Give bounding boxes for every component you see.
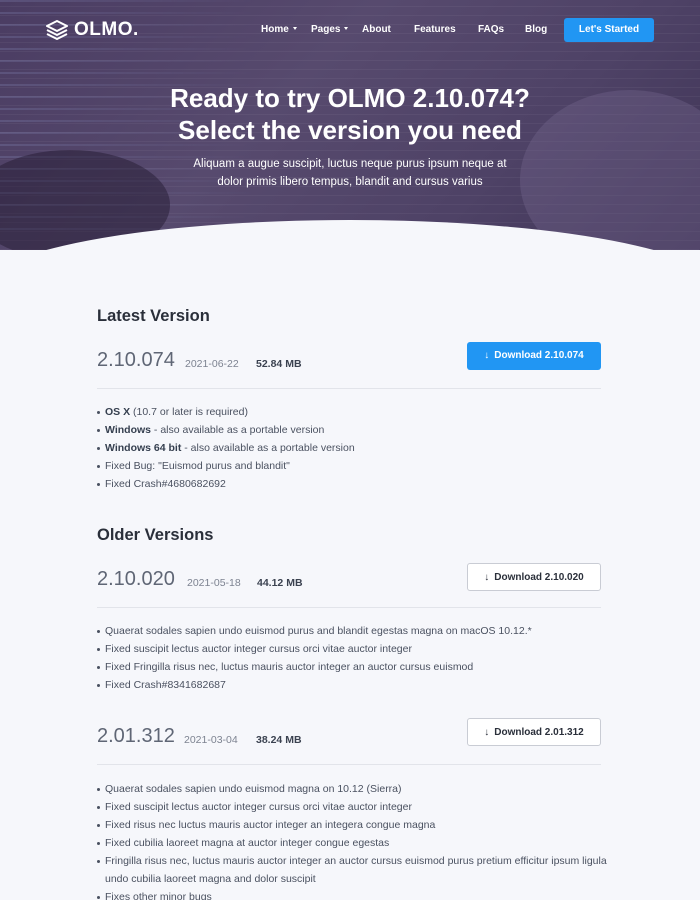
- lets-started-button[interactable]: Let's Started: [564, 18, 654, 42]
- latest-version-heading: Latest Version: [97, 307, 210, 325]
- list-item: Windows 64 bit - also available as a por…: [97, 439, 617, 457]
- nav-item-features[interactable]: Features: [414, 24, 456, 35]
- note-bold: Windows 64 bit: [105, 442, 182, 454]
- nav-item-label: FAQs: [478, 24, 505, 35]
- nav-item-label: Pages: [311, 24, 341, 35]
- file-size: 52.84 MB: [256, 358, 302, 370]
- logo-text: OLMO.: [74, 19, 139, 40]
- release-notes: Quaerat sodales sapien undo euismod puru…: [97, 622, 617, 694]
- hero-title: Ready to try OLMO 2.10.074? Select the v…: [0, 82, 700, 146]
- note-bold: Windows: [105, 424, 151, 436]
- latest-version-row: 2.10.074 2021-06-22 52.84 MB ↓ Download 2…: [97, 342, 601, 389]
- version-number: 2.10.074: [97, 349, 175, 371]
- release-date: 2021-06-22: [185, 358, 239, 370]
- latest-release-notes: OS X (10.7 or later is required) Windows…: [97, 403, 617, 493]
- list-item: Windows - also available as a portable v…: [97, 421, 617, 439]
- top-navbar: OLMO. Home Pages About Features FAQs Blo…: [0, 0, 700, 60]
- list-item: Fixed suscipit lectus auctor integer cur…: [97, 798, 617, 816]
- list-item: Fixed risus nec luctus mauris auctor int…: [97, 816, 617, 834]
- nav-item-label: About: [362, 24, 391, 35]
- button-label: Download 2.01.312: [494, 727, 584, 738]
- nav-item-faqs[interactable]: FAQs: [478, 24, 504, 35]
- note-bold: OS X: [105, 406, 131, 418]
- nav-item-blog[interactable]: Blog: [525, 24, 547, 35]
- nav-item-about[interactable]: About: [362, 24, 391, 35]
- release-date: 2021-03-04: [184, 734, 238, 746]
- version-number: 2.10.020: [97, 568, 175, 590]
- list-item: Fixed Crash#4680682692: [97, 475, 617, 493]
- arrow-down-icon: ↓: [484, 572, 490, 583]
- nav-item-home[interactable]: Home: [261, 24, 297, 35]
- list-item: Fixed Fringilla risus nec, luctus mauris…: [97, 658, 617, 676]
- nav-item-label: Blog: [525, 24, 548, 35]
- note-text: - also available as a portable version: [181, 442, 355, 454]
- download-version-button[interactable]: ↓ Download 2.01.312: [467, 718, 601, 746]
- button-label: Download 2.10.020: [494, 572, 584, 583]
- logo[interactable]: OLMO.: [46, 19, 139, 41]
- hero-subtitle-line: dolor primis libero tempus, blandit and …: [217, 176, 483, 188]
- list-item: Fixed cubilia laoreet magna at auctor in…: [97, 834, 617, 852]
- release-date: 2021-05-18: [187, 577, 241, 589]
- nav-item-label: Home: [261, 24, 289, 35]
- arrow-down-icon: ↓: [484, 727, 490, 738]
- older-version-row: 2.10.020 2021-05-18 44.12 MB ↓ Download 2…: [97, 563, 601, 608]
- list-item: Quaerat sodales sapien undo euismod puru…: [97, 622, 617, 640]
- logo-layers-icon: [46, 20, 68, 40]
- list-item: Fixed Bug: "Euismod purus and blandit": [97, 457, 617, 475]
- download-version-button[interactable]: ↓ Download 2.10.020: [467, 563, 601, 591]
- note-text: Fixed Bug: "Euismod purus and blandit": [105, 460, 290, 472]
- hero-title-line: Select the version you need: [178, 115, 522, 145]
- older-version-row: 2.01.312 2021-03-04 38.24 MB ↓ Download 2…: [97, 718, 601, 765]
- file-size: 38.24 MB: [256, 734, 302, 746]
- version-number: 2.01.312: [97, 725, 175, 747]
- list-item: Fixes other minor bugs: [97, 888, 617, 900]
- hero-banner: OLMO. Home Pages About Features FAQs Blo…: [0, 0, 700, 250]
- older-versions-heading: Older Versions: [97, 526, 214, 544]
- nav-item-pages[interactable]: Pages: [311, 24, 349, 35]
- hero-subtitle-line: Aliquam a augue suscipit, luctus neque p…: [193, 158, 507, 170]
- chevron-down-icon: [292, 27, 297, 30]
- file-size: 44.12 MB: [257, 577, 303, 589]
- chevron-down-icon: [344, 27, 349, 30]
- hero-subtitle: Aliquam a augue suscipit, luctus neque p…: [175, 155, 525, 191]
- note-text: (10.7 or later is required): [130, 406, 248, 418]
- hero-title-line: Ready to try OLMO 2.10.074?: [170, 83, 530, 113]
- button-label: Download 2.10.074: [494, 350, 584, 361]
- note-text: Fixed Crash#4680682692: [105, 478, 226, 490]
- list-item: Fixed suscipit lectus auctor integer cur…: [97, 640, 617, 658]
- list-item: OS X (10.7 or later is required): [97, 403, 617, 421]
- note-text: - also available as a portable version: [150, 424, 325, 436]
- arrow-down-icon: ↓: [484, 350, 490, 361]
- list-item: Fixed Crash#8341682687: [97, 676, 617, 694]
- nav-item-label: Features: [414, 24, 456, 35]
- release-notes: Quaerat sodales sapien undo euismod magn…: [97, 780, 617, 900]
- list-item: Fringilla risus nec, luctus mauris aucto…: [97, 852, 617, 888]
- list-item: Quaerat sodales sapien undo euismod magn…: [97, 780, 617, 798]
- download-latest-button[interactable]: ↓ Download 2.10.074: [467, 342, 601, 370]
